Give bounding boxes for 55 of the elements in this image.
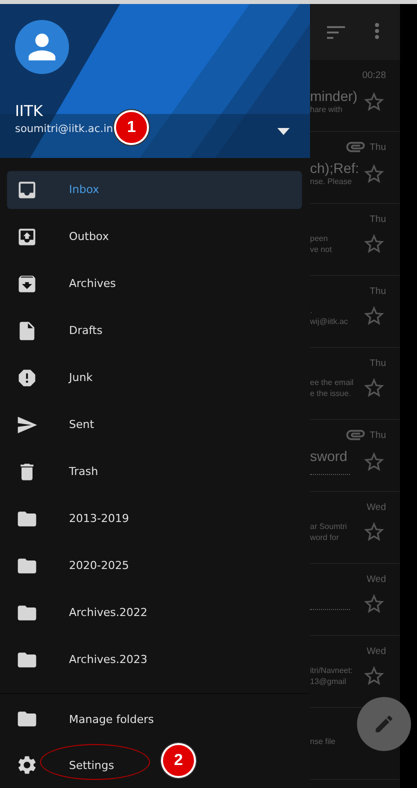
sort-icon[interactable] (327, 26, 345, 39)
dotted-line (310, 474, 350, 475)
paperclip-icon (346, 141, 366, 153)
message-subject: ch);Ref: (310, 160, 360, 176)
menu-item[interactable]: Archives.2022 (7, 594, 302, 632)
menu-item[interactable]: Trash (7, 452, 302, 490)
message-preview: peen (310, 233, 329, 244)
message-time: 00:28 (362, 70, 386, 80)
message-preview: 13@gmail (310, 676, 348, 687)
annotation-badge: 2 (163, 745, 194, 776)
message-preview: word for (310, 532, 340, 543)
message-time: Wed (366, 502, 386, 512)
message-preview: ar Soumtri (310, 521, 348, 532)
star-icon[interactable] (362, 90, 386, 114)
menu-item[interactable]: Archives.2023 (7, 640, 302, 678)
message-preview: itri/Navneet: (310, 665, 354, 676)
annotation-badge: 1 (116, 112, 147, 143)
compose-button[interactable] (357, 697, 411, 751)
dotted-line (310, 608, 350, 610)
message-time: Thu (370, 142, 386, 152)
message-preview: ve not (310, 244, 333, 255)
menu-item[interactable]: Settings (7, 746, 124, 784)
menu-item[interactable]: Archives (7, 264, 302, 302)
paperclip-icon (346, 429, 366, 441)
settings-icon (16, 754, 38, 776)
more-icon[interactable] (375, 23, 379, 39)
pencil-icon (373, 713, 395, 735)
menu-item[interactable]: Drafts (7, 312, 302, 350)
star-icon[interactable] (362, 450, 386, 474)
dropdown-icon[interactable] (277, 128, 290, 135)
message-preview: e the issue. (310, 388, 352, 399)
message-time: Thu (370, 358, 386, 368)
message-time: Thu (370, 430, 386, 440)
account-email: soumitri@iitk.ac.in (15, 123, 114, 135)
account-name: IITK (15, 102, 43, 120)
message-preview: nse. Please (310, 176, 353, 187)
star-icon[interactable] (362, 162, 386, 186)
message-preview: hare with (310, 104, 344, 115)
message-time: Thu (370, 214, 386, 224)
menu-item[interactable]: Manage folders (7, 700, 164, 738)
menu-item[interactable]: Inbox (7, 170, 302, 208)
message-subject: minder) (310, 88, 358, 104)
message-preview: ee the email (310, 377, 355, 388)
menu-item[interactable]: 2020-2025 (7, 546, 302, 584)
menu-item[interactable]: 2013-2019 (7, 500, 302, 538)
message-preview: . (310, 305, 314, 316)
menu-item[interactable]: Outbox (7, 218, 302, 256)
message-time: Thu (370, 286, 386, 296)
message-preview: nse file (310, 736, 336, 747)
message-time: Wed (366, 646, 386, 656)
message-time: Wed (366, 574, 386, 584)
message-subject: sword (310, 448, 348, 464)
message-preview: wij@iitk.ac (310, 316, 349, 327)
menu-item[interactable]: Junk (7, 358, 302, 396)
menu-item[interactable]: Sent (7, 406, 302, 444)
